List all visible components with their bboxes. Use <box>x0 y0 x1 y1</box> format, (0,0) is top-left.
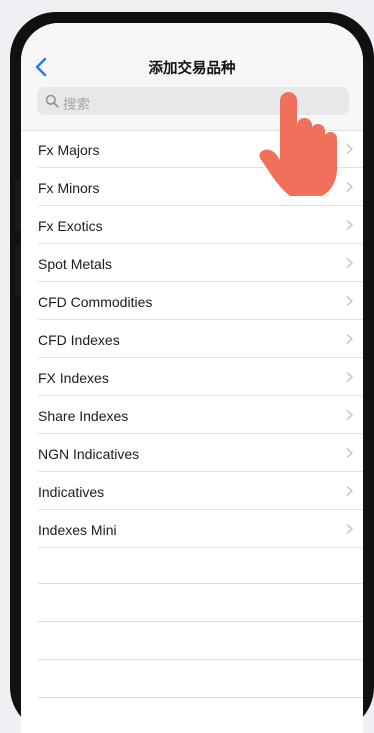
list-item-label: Fx Minors <box>38 180 100 196</box>
search-icon <box>45 94 59 108</box>
list-item-cfd-indexes[interactable]: CFD Indexes <box>21 320 363 358</box>
list-item-indexes-mini[interactable]: Indexes Mini <box>21 510 363 548</box>
list-item-label: Indicatives <box>38 484 105 500</box>
list-item-fx-exotics[interactable]: Fx Exotics <box>21 206 363 244</box>
list-item-label: Spot Metals <box>38 256 112 272</box>
chevron-right-icon <box>346 257 354 269</box>
list-item-label: CFD Indexes <box>38 332 120 348</box>
list-item-indicatives[interactable]: Indicatives <box>21 472 363 510</box>
search-placeholder: 搜索 <box>63 97 90 113</box>
page-title: 添加交易品种 <box>148 61 236 77</box>
empty-row-divider <box>38 621 363 622</box>
list-item-label: FX Indexes <box>38 370 109 386</box>
chevron-right-icon <box>346 295 354 307</box>
list-item-label: NGN Indicatives <box>38 446 140 462</box>
chevron-right-icon <box>346 333 354 345</box>
list-item-cfd-commodities[interactable]: CFD Commodities <box>21 282 363 320</box>
chevron-right-icon <box>346 485 354 497</box>
phone-frame: 添加交易品种 搜索 Fx Majors Fx Minors Fx Exotics <box>10 12 374 733</box>
list-item-share-indexes[interactable]: Share Indexes <box>21 396 363 434</box>
list-item-label: Fx Exotics <box>38 218 103 234</box>
chevron-right-icon <box>346 409 354 421</box>
list-item-ngn-indicatives[interactable]: NGN Indicatives <box>21 434 363 472</box>
list-item-fx-indexes[interactable]: FX Indexes <box>21 358 363 396</box>
empty-row-divider <box>38 583 363 584</box>
chevron-right-icon <box>346 523 354 535</box>
empty-row-divider <box>38 697 363 698</box>
list-item-label: Share Indexes <box>38 408 129 424</box>
list-item-label: CFD Commodities <box>38 294 153 310</box>
empty-row-divider <box>38 659 363 660</box>
chevron-right-icon <box>346 371 354 383</box>
list-item-label: Fx Majors <box>38 142 100 158</box>
list-item-label: Indexes Mini <box>38 522 117 538</box>
pointing-hand-icon <box>259 92 337 196</box>
chevron-right-icon <box>346 447 354 459</box>
list-item-spot-metals[interactable]: Spot Metals <box>21 244 363 282</box>
chevron-right-icon <box>346 219 354 231</box>
